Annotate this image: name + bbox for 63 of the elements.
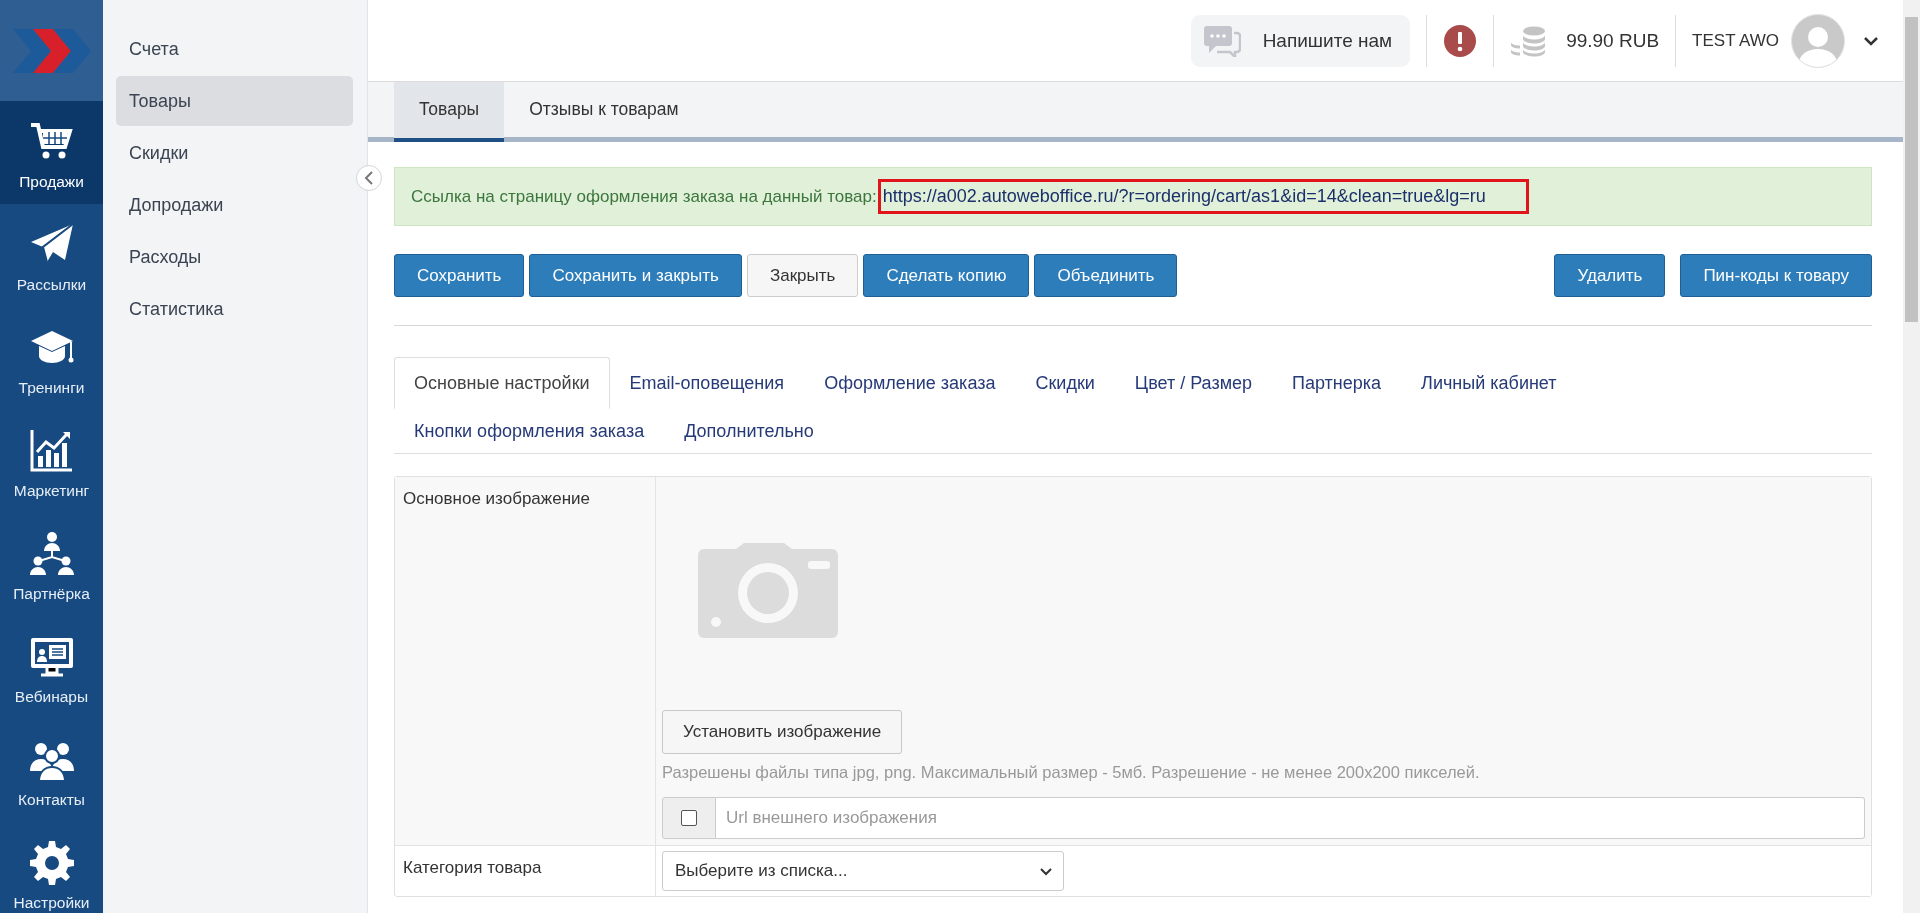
user-name[interactable]: TEST AWO [1692,30,1779,51]
chat-button[interactable]: Напишите нам [1190,14,1411,67]
submenu-item[interactable]: Расходы [116,232,353,282]
settings-tab[interactable]: Партнерка [1272,357,1402,409]
balance-amount: 99.90 RUB [1566,29,1660,52]
submenu-item[interactable]: Скидки [116,128,353,178]
action-button[interactable]: Объединить [1034,254,1178,297]
settings-icon [28,839,75,886]
nav-label: Маркетинг [13,481,90,500]
settings-tab[interactable]: Оформление заказа [804,357,1016,409]
nav-item[interactable]: Партнёрка [0,513,103,616]
settings-tab[interactable]: Личный кабинет [1401,357,1577,409]
chart-icon [28,427,75,474]
nav-item[interactable]: Рассылки [0,204,103,307]
nav-item[interactable]: Контакты [0,719,103,822]
alert-text: Ссылка на страницу оформления заказа на данный товар: [411,186,877,207]
action-button[interactable]: Сохранить [394,254,525,297]
settings-tab[interactable]: Дополнительно [664,409,834,453]
alert-icon [1443,23,1478,58]
nav-item[interactable]: Продажи [0,101,103,204]
nav-label: Вебинары [14,687,89,706]
chevron-left-icon [364,171,374,185]
action-button[interactable]: Удалить [1554,254,1666,297]
settings-tab[interactable]: Скидки [1015,357,1115,409]
nav-label: Тренинги [18,378,85,397]
action-button[interactable]: Сделать копию [863,254,1030,297]
caret-icon [1039,866,1053,876]
order-page-link[interactable]: https://a002.autoweboffice.ru/?r=ordering/cart/as1&id=14&clean=true&lg=ru [877,179,1529,214]
nav-item[interactable]: Тренинги [0,307,103,410]
nav-item[interactable]: Настройки [0,822,103,913]
checkbox[interactable] [681,810,697,826]
settings-tab[interactable]: Цвет / Размер [1114,357,1273,409]
submenu-item[interactable]: Допродажи [116,180,353,230]
nav-label: Настройки [13,893,90,912]
chevron-down-icon [1863,35,1879,46]
category-select[interactable]: Выберите из списка... [662,851,1064,891]
nav-label: Контакты [18,790,85,809]
action-button[interactable]: Пин-коды к товару [1680,254,1872,297]
scrollbar-thumb[interactable] [1905,17,1918,322]
action-button[interactable]: Закрыть [746,254,859,297]
chevrons-logo-icon [12,28,91,73]
url-input-field[interactable]: Url внешнего изображения [716,797,1865,839]
set-image-button[interactable]: Установить изображение [662,710,903,754]
nav-label: Рассылки [16,275,87,294]
coins-icon [1510,24,1547,57]
nav-label: Партнёрка [13,584,90,603]
submenu-item[interactable]: Счета [116,24,353,74]
collapse-button[interactable] [356,165,382,191]
action-button[interactable]: Сохранить и закрыть [529,254,742,297]
page-tab[interactable]: Отзывы к товарам [504,82,704,137]
people-network-icon [28,530,75,577]
submenu-item[interactable]: Товары [116,76,353,126]
nav-label: Продажи [19,172,84,191]
nav-item[interactable]: Маркетинг [0,410,103,513]
submenu-item[interactable]: Статистика [116,284,353,334]
settings-tab[interactable]: Основные настройки [394,357,610,409]
nav-item[interactable]: Вебинары [0,616,103,719]
settings-tab[interactable]: Email-оповещения [609,357,805,409]
page-tab[interactable]: Товары [394,82,505,142]
settings-tab[interactable]: Кнопки оформления заказа [394,409,665,453]
camera-icon [698,543,838,638]
chat-bubbles-icon [1202,24,1241,57]
hint-text: Разрешены файлы типа jpg, png. Максимальный размер - 5мб. Разрешение - не менее 200x200 пикселей. [662,763,1481,782]
